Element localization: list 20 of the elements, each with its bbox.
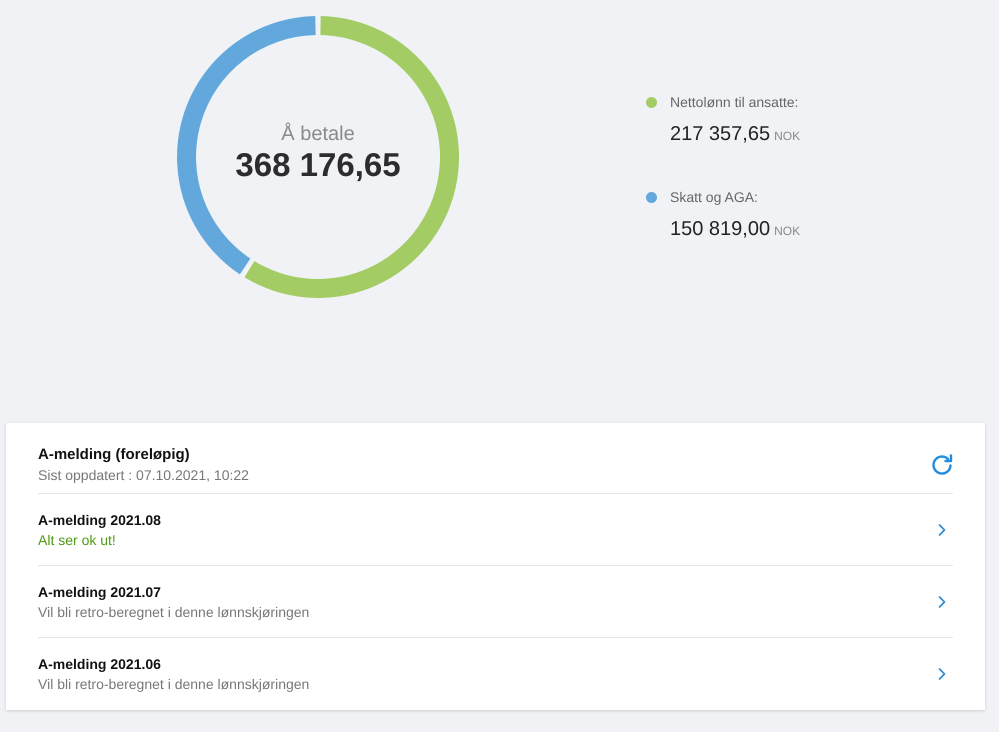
pay-label: Å betale <box>281 122 355 146</box>
currency-label: NOK <box>774 129 800 143</box>
status-message: Vil bli retro-beregnet i denne lønnskjøringen <box>38 675 310 694</box>
a-melding-title: A-melding 2021.07 <box>38 582 161 602</box>
a-melding-title: A-melding 2021.06 <box>38 655 161 674</box>
status-message: Vil bli retro-beregnet i denne lønnskjøringen <box>38 602 310 622</box>
a-melding-title: A-melding 2021.08 <box>38 510 161 530</box>
refresh-icon[interactable] <box>930 453 954 477</box>
chevron-right-icon[interactable] <box>938 668 946 680</box>
currency-label: NOK <box>774 224 800 238</box>
status-message: Alt ser ok ut! <box>38 530 116 550</box>
legend-label: Nettolønn til ansatte: <box>670 93 798 111</box>
chevron-right-icon[interactable] <box>938 524 946 536</box>
legend-label: Skatt og AGA: <box>670 188 758 206</box>
chevron-right-icon[interactable] <box>938 596 946 608</box>
legend-amount: 217 357,65 <box>670 122 770 147</box>
card-title: A-melding (foreløpig) <box>38 445 190 465</box>
legend-amount: 150 819,00 <box>670 217 770 242</box>
last-updated-text: Sist oppdatert : 07.10.2021, 10:22 <box>38 466 249 485</box>
pay-total: 368 176,65 <box>235 146 401 184</box>
